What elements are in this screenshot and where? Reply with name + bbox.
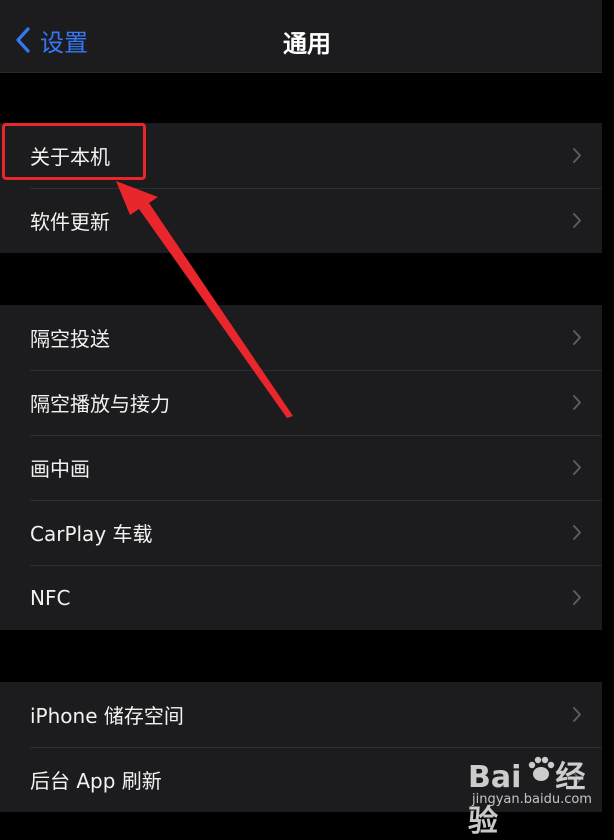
paw-icon <box>528 756 555 781</box>
chevron-right-icon <box>573 395 581 410</box>
chevron-right-icon <box>573 525 581 540</box>
list-item-label: NFC <box>30 585 71 610</box>
list-item-label: 画中画 <box>30 457 90 481</box>
watermark-url: jingyan.baidu.com <box>472 792 592 807</box>
list-item-picture-in-picture[interactable]: 画中画 <box>0 435 602 500</box>
list-item-nfc[interactable]: NFC <box>0 565 602 630</box>
section-spacer <box>0 73 614 123</box>
list-item-airdrop[interactable]: 隔空投送 <box>0 305 602 370</box>
chevron-right-icon <box>573 590 581 605</box>
list-item-label: 后台 App 刷新 <box>30 769 162 793</box>
chevron-right-icon <box>573 460 581 475</box>
list-item-iphone-storage[interactable]: iPhone 储存空间 <box>0 682 602 747</box>
settings-group-connectivity: 隔空投送 隔空播放与接力 画中画 CarPlay 车载 NFC <box>0 305 602 630</box>
list-item-software-update[interactable]: 软件更新 <box>0 188 602 253</box>
screen-edge <box>602 0 614 821</box>
highlight-box <box>2 123 146 180</box>
section-spacer <box>0 253 614 305</box>
list-item-carplay[interactable]: CarPlay 车载 <box>0 500 602 565</box>
page-title: 通用 <box>283 30 331 58</box>
list-item-label: 隔空投送 <box>30 327 110 351</box>
list-item-label: iPhone 储存空间 <box>30 704 184 728</box>
chevron-right-icon <box>573 330 581 345</box>
watermark: Bai 经验 jingyan.baidu.com <box>468 752 608 839</box>
navigation-bar: 设置 通用 <box>0 0 614 73</box>
list-item-label: 软件更新 <box>30 210 110 234</box>
chevron-right-icon <box>573 148 581 163</box>
chevron-right-icon <box>573 213 581 228</box>
list-item-label: CarPlay 车载 <box>30 522 153 546</box>
list-item-label: 隔空播放与接力 <box>30 392 170 416</box>
settings-screen: 设置 通用 关于本机 软件更新 隔空投送 隔空播放与接力 画中画 CarPlay… <box>0 0 614 839</box>
section-spacer <box>0 630 614 682</box>
chevron-right-icon <box>573 707 581 722</box>
list-item-airplay-handoff[interactable]: 隔空播放与接力 <box>0 370 602 435</box>
